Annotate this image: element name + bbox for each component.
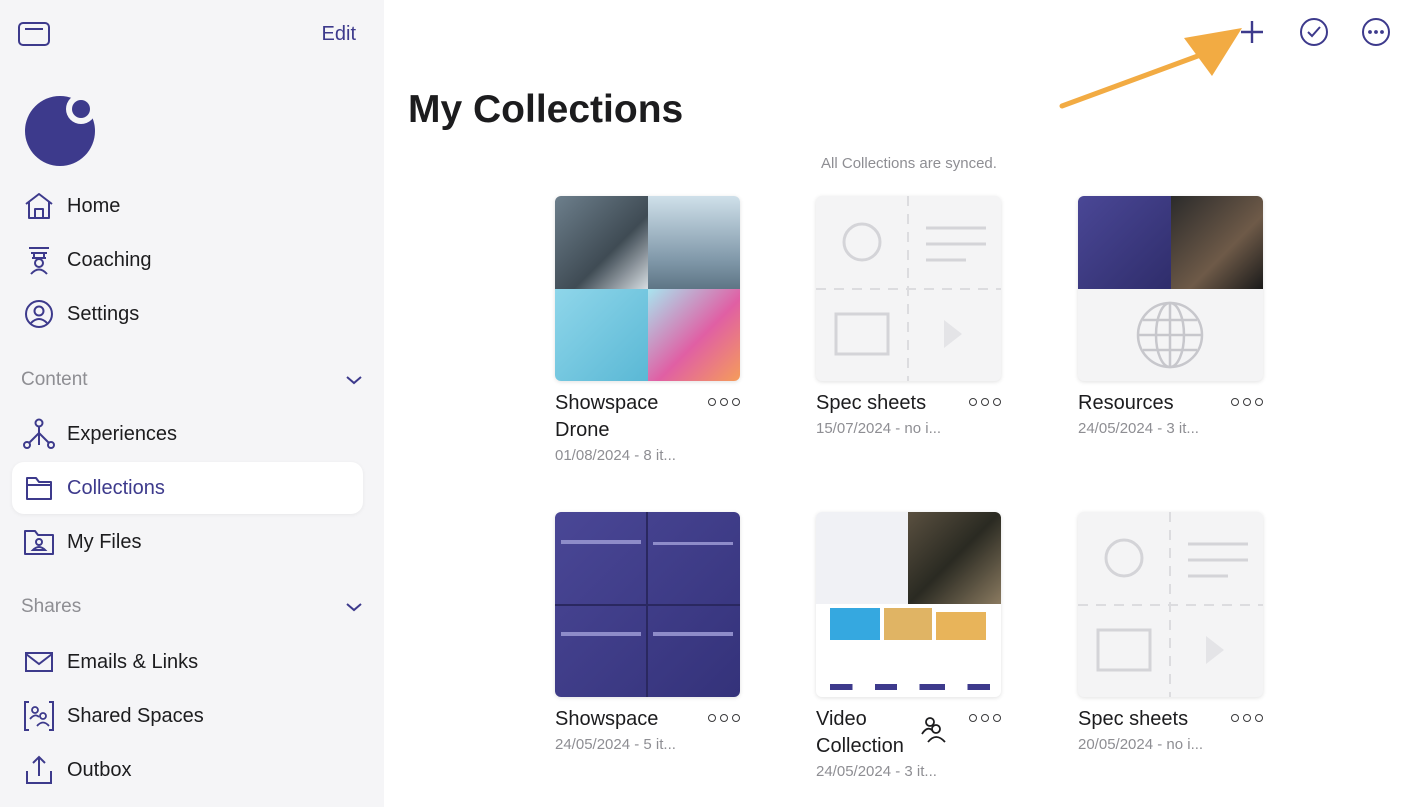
video-thumb-1 (816, 512, 908, 604)
sidebar-item-label: My Files (67, 530, 142, 553)
more-circle-icon[interactable] (1360, 16, 1392, 48)
drone-photo-2 (647, 196, 740, 289)
sidebar-item-coaching[interactable]: Coaching (12, 234, 363, 286)
sidebar-item-label: Shared Spaces (67, 704, 204, 727)
sidebar-toggle-icon[interactable] (18, 22, 50, 46)
shares-section-header[interactable]: Shares (21, 592, 363, 622)
sidebar-item-collections[interactable]: Collections (12, 462, 363, 514)
folder-icon (22, 471, 56, 505)
collection-title: Resources (1078, 392, 1174, 414)
my-files-icon (22, 525, 56, 559)
sidebar-item-label: Emails & Links (67, 650, 199, 673)
collection-meta: 01/08/2024 - 8 it... (555, 447, 676, 464)
globe-icon (1136, 301, 1204, 369)
sidebar-item-label: Collections (67, 476, 165, 499)
collection-card[interactable]: Spec sheets 15/07/2024 - no i... (816, 196, 1001, 437)
section-label: Content (21, 369, 88, 390)
edit-button[interactable]: Edit (322, 23, 356, 46)
home-icon (22, 189, 56, 223)
video-thumb-3 (830, 608, 880, 640)
more-options-icon[interactable] (969, 710, 1001, 726)
section-label: Shares (21, 596, 82, 617)
sidebar-top-bar: Edit (18, 20, 368, 48)
sidebar-item-my-files[interactable]: My Files (12, 516, 363, 568)
collection-title: Showspace Drone (555, 392, 659, 441)
experiences-icon (22, 417, 56, 451)
plus-icon[interactable] (1236, 16, 1268, 48)
video-thumb-5 (936, 612, 986, 640)
sidebar-item-emails-links[interactable]: Emails & Links (12, 636, 363, 688)
more-options-icon[interactable] (1231, 710, 1263, 726)
more-options-icon[interactable] (708, 710, 740, 726)
drone-photo-1 (555, 196, 648, 289)
annotation-arrow-icon (1059, 28, 1242, 109)
collection-card[interactable]: Showspace 24/05/2024 - 5 it... (555, 512, 740, 753)
collection-title: Spec sheets (816, 392, 927, 414)
collection-meta: 24/05/2024 - 3 it... (816, 763, 937, 780)
page-title: My Collections (408, 88, 684, 131)
sidebar-item-experiences[interactable]: Experiences (12, 408, 363, 460)
content-section-header[interactable]: Content (21, 365, 363, 395)
main-content: My Collections All Collections are synce… (384, 0, 1410, 807)
outbox-icon (22, 753, 56, 787)
collection-card[interactable]: Video Collection 24/05/2024 - 3 it... (816, 512, 1001, 780)
collection-meta: 20/05/2024 - no i... (1078, 736, 1204, 753)
shared-spaces-icon (22, 699, 56, 733)
sidebar-item-label: Coaching (67, 248, 152, 271)
resource-thumb-2 (1170, 196, 1263, 289)
sidebar: Edit Home Coaching Settings Content Expe… (0, 0, 384, 807)
drone-photo-3 (555, 288, 648, 381)
collection-card[interactable]: Resources 24/05/2024 - 3 it... (1078, 196, 1263, 437)
collection-card[interactable]: Spec sheets 20/05/2024 - no i... (1078, 512, 1263, 753)
collection-title: Spec sheets (1078, 708, 1189, 730)
collection-thumbnail[interactable] (1078, 512, 1263, 697)
placeholder-icon (816, 196, 1001, 381)
collection-card[interactable]: Showspace Drone 01/08/2024 - 8 it... (555, 196, 740, 464)
sidebar-item-label: Experiences (67, 422, 178, 445)
more-options-icon[interactable] (708, 394, 740, 410)
sidebar-item-home[interactable]: Home (12, 180, 363, 232)
more-options-icon[interactable] (969, 394, 1001, 410)
video-thumb-4 (884, 608, 932, 640)
collection-meta: 24/05/2024 - 3 it... (1078, 420, 1199, 437)
video-thumb-buttons (830, 684, 990, 690)
chevron-down-icon (346, 376, 362, 385)
collection-title: Showspace (555, 708, 659, 730)
collection-meta: 24/05/2024 - 5 it... (555, 736, 676, 753)
sidebar-item-settings[interactable]: Settings (12, 288, 363, 340)
sidebar-item-outbox[interactable]: Outbox (12, 744, 363, 796)
placeholder-icon (1078, 512, 1263, 697)
settings-icon (22, 297, 56, 331)
more-options-icon[interactable] (1231, 394, 1263, 410)
sidebar-item-label: Settings (67, 302, 140, 325)
chevron-down-icon (346, 603, 362, 612)
resource-thumb-1 (1078, 196, 1171, 289)
collection-thumbnail[interactable] (555, 196, 740, 381)
check-circle-icon[interactable] (1298, 16, 1330, 48)
app-logo (25, 94, 96, 166)
collection-thumbnail[interactable] (555, 512, 740, 697)
mail-icon (22, 645, 56, 679)
shared-users-icon (921, 717, 946, 743)
drone-photo-4 (647, 288, 740, 381)
sidebar-item-label: Outbox (67, 758, 132, 781)
sync-status: All Collections are synced. (821, 155, 997, 172)
collection-meta: 15/07/2024 - no i... (816, 420, 942, 437)
collection-thumbnail[interactable] (816, 196, 1001, 381)
showspace-tiles (555, 512, 740, 697)
sidebar-item-shared-spaces[interactable]: Shared Spaces (12, 690, 363, 742)
coaching-icon (22, 243, 56, 277)
toolbar-actions (1236, 16, 1392, 48)
video-thumb-2 (908, 512, 1001, 604)
collection-thumbnail[interactable] (1078, 196, 1263, 381)
collection-thumbnail[interactable] (816, 512, 1001, 697)
sidebar-item-label: Home (67, 194, 121, 217)
